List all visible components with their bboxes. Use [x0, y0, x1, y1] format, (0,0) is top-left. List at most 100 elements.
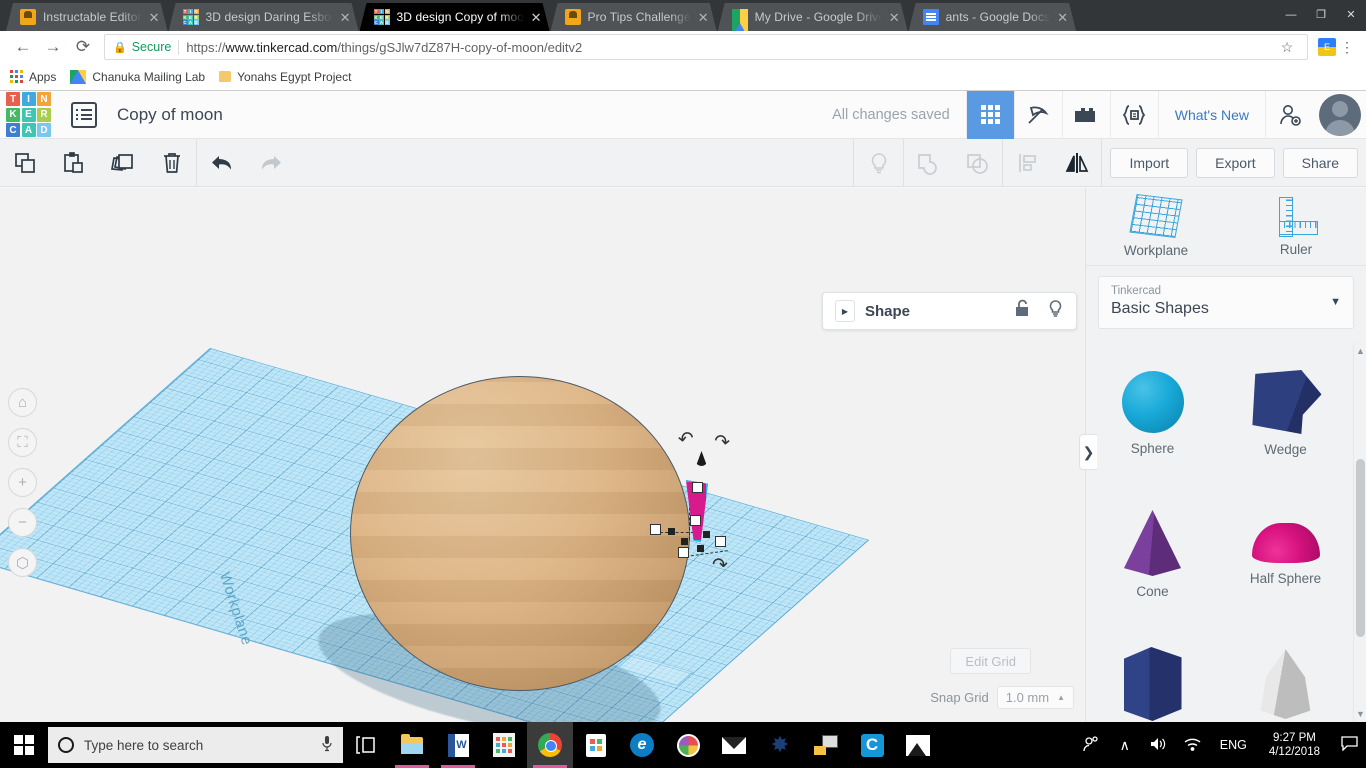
- copy-icon[interactable]: [0, 139, 49, 187]
- back-icon[interactable]: ←: [8, 33, 38, 61]
- tab-close-icon[interactable]: ✕: [889, 11, 900, 24]
- add-person-icon[interactable]: [1265, 91, 1313, 139]
- taskbar-app-chrome[interactable]: [527, 722, 573, 768]
- tab-close-icon[interactable]: ✕: [1057, 11, 1068, 24]
- tab-close-icon[interactable]: ✕: [340, 11, 351, 24]
- notification-icon[interactable]: [1332, 735, 1366, 755]
- cone-handle-icon[interactable]: [696, 451, 707, 466]
- browser-tab-instructable-editor[interactable]: Instructable Editor ✕: [6, 3, 168, 31]
- rotate-arrow-icon[interactable]: ↶: [713, 431, 731, 454]
- people-icon[interactable]: [1074, 735, 1108, 755]
- bookmark-yonahs-egypt-project[interactable]: Yonahs Egypt Project: [219, 70, 351, 84]
- lego-brick-icon[interactable]: [1061, 91, 1110, 139]
- taskbar-app-photo-viewer[interactable]: [895, 722, 941, 768]
- search-input[interactable]: Type here to search: [48, 727, 343, 763]
- taskbar-app-mail[interactable]: [711, 722, 757, 768]
- shapes-scrollbar[interactable]: ▲ ▼: [1353, 343, 1366, 722]
- mirror-icon[interactable]: [1052, 139, 1101, 187]
- undo-icon[interactable]: [197, 139, 246, 187]
- browser-tab-ants-google-docs[interactable]: ants - Google Docs ✕: [909, 3, 1076, 31]
- duplicate-icon[interactable]: [98, 139, 147, 187]
- tab-close-icon[interactable]: ✕: [149, 11, 160, 24]
- taskbar-app-microsoft-store[interactable]: [573, 722, 619, 768]
- export-button[interactable]: Export: [1196, 147, 1275, 178]
- tinkercad-logo-icon[interactable]: T I N K E R C A D: [6, 92, 51, 137]
- whats-new-link[interactable]: What's New: [1157, 91, 1265, 139]
- corner-handle[interactable]: [703, 531, 710, 538]
- browser-tab-my-drive[interactable]: My Drive - Google Drive ✕: [718, 3, 908, 31]
- delete-icon[interactable]: [147, 139, 196, 187]
- scroll-up-icon[interactable]: ▲: [1356, 346, 1365, 356]
- moon-sphere-object[interactable]: [350, 376, 690, 691]
- window-close-button[interactable]: ✕: [1336, 0, 1366, 31]
- home-view-icon[interactable]: ⌂: [8, 388, 37, 417]
- page-title[interactable]: Copy of moon: [117, 105, 223, 125]
- bookmark-apps[interactable]: Apps: [10, 70, 56, 84]
- chrome-menu-icon[interactable]: ⋮: [1336, 39, 1358, 56]
- tab-close-icon[interactable]: ✕: [531, 11, 542, 24]
- ungroup-icon[interactable]: [953, 139, 1002, 187]
- taskbar-app-word[interactable]: W: [435, 722, 481, 768]
- taskbar-app-starburst[interactable]: ✸: [757, 722, 803, 768]
- edit-grid-button[interactable]: Edit Grid: [950, 648, 1031, 674]
- scale-handle[interactable]: [690, 515, 701, 526]
- group-icon[interactable]: [904, 139, 953, 187]
- redo-icon[interactable]: [246, 139, 295, 187]
- bookmark-star-icon[interactable]: ☆: [1275, 39, 1299, 56]
- rotate-arrow-icon[interactable]: ↷: [712, 556, 728, 575]
- scale-handle[interactable]: [650, 524, 661, 535]
- shape-item-half-sphere[interactable]: Half Sphere: [1219, 484, 1352, 625]
- shape-item-wedge[interactable]: Wedge: [1219, 343, 1352, 484]
- panel-collapse-icon[interactable]: ▶: [835, 300, 855, 322]
- scroll-down-icon[interactable]: ▼: [1356, 709, 1365, 719]
- fit-view-icon[interactable]: ⛶: [8, 428, 37, 457]
- scale-handle[interactable]: [715, 536, 726, 547]
- scale-handle[interactable]: [692, 482, 703, 493]
- wifi-icon[interactable]: [1176, 736, 1210, 755]
- taskbar-app-file-explorer[interactable]: [389, 722, 435, 768]
- scrollbar-thumb[interactable]: [1356, 459, 1365, 637]
- 3d-design-canvas[interactable]: Workplane ↶ ↶ ↷ ⌂ ⛶ + − ⬡ ▶ Shape Edit G…: [0, 188, 1085, 722]
- language-indicator[interactable]: ENG: [1210, 738, 1257, 752]
- import-button[interactable]: Import: [1110, 147, 1189, 178]
- address-bar[interactable]: 🔒 Secure https://www.tinkercad.com/thing…: [104, 34, 1308, 60]
- shape-item-cone[interactable]: Cone: [1086, 484, 1219, 625]
- orthographic-view-icon[interactable]: ⬡: [8, 548, 37, 577]
- unlock-icon[interactable]: [1014, 299, 1031, 323]
- extension-icon[interactable]: E: [1318, 38, 1336, 56]
- panel-toggle-button[interactable]: ❯: [1079, 434, 1097, 470]
- forward-icon[interactable]: →: [38, 33, 68, 61]
- blocks-grid-icon[interactable]: [965, 91, 1014, 139]
- microphone-icon[interactable]: [321, 735, 333, 755]
- taskbar-app-c[interactable]: C: [849, 722, 895, 768]
- codeblocks-icon[interactable]: [1109, 91, 1158, 139]
- taskbar-app-network-share[interactable]: [803, 722, 849, 768]
- window-minimize-button[interactable]: —: [1276, 0, 1306, 31]
- shape-item-paraboloid[interactable]: Paraboloid: [1219, 625, 1352, 722]
- volume-icon[interactable]: [1142, 736, 1176, 755]
- corner-handle[interactable]: [697, 545, 704, 552]
- windows-start-icon[interactable]: [0, 722, 48, 768]
- taskbar-clock[interactable]: 9:27 PM 4/12/2018: [1257, 731, 1332, 759]
- pickaxe-icon[interactable]: [1013, 91, 1062, 139]
- shape-item-polygon[interactable]: Polygon: [1086, 625, 1219, 722]
- browser-tab-3d-design-copy-of-moon[interactable]: TIN KER CAD 3D design Copy of moon ✕: [360, 3, 550, 31]
- snap-grid-select[interactable]: 1.0 mm ▲: [996, 686, 1074, 709]
- paste-icon[interactable]: [49, 139, 98, 187]
- window-maximize-button[interactable]: ❐: [1306, 0, 1336, 31]
- shape-item-sphere[interactable]: Sphere: [1086, 343, 1219, 484]
- ruler-tool[interactable]: Ruler: [1226, 188, 1366, 265]
- lightbulb-icon[interactable]: [854, 139, 903, 187]
- taskbar-app-office[interactable]: [481, 722, 527, 768]
- align-icon[interactable]: [1003, 139, 1052, 187]
- taskbar-app-picasa[interactable]: [665, 722, 711, 768]
- share-button[interactable]: Share: [1282, 147, 1358, 178]
- bookmark-chanuka-mailing-lab[interactable]: Chanuka Mailing Lab: [70, 69, 205, 84]
- browser-tab-pro-tips-challenge[interactable]: Pro Tips Challenge ✕: [551, 3, 717, 31]
- list-menu-icon[interactable]: [71, 101, 97, 128]
- taskbar-app-edge[interactable]: e: [619, 722, 665, 768]
- task-view-icon[interactable]: [343, 722, 389, 768]
- rotate-arrow-icon[interactable]: ↶: [677, 428, 695, 451]
- chevron-up-icon[interactable]: ∧: [1108, 737, 1142, 754]
- tab-close-icon[interactable]: ✕: [698, 11, 709, 24]
